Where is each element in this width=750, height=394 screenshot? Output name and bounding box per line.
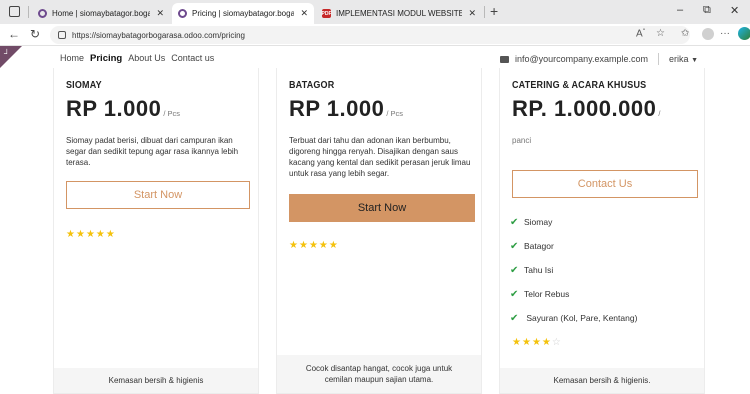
card-title: CATERING & ACARA KHUSUS: [512, 80, 647, 91]
star-icon: ★: [298, 240, 309, 251]
card-description: Terbuat dari tahu dan adonan ikan berbum…: [289, 136, 471, 178]
pricing-card-siomay: SIOMAY RP 1.000/ Pcs Siomay padat berisi…: [53, 68, 259, 394]
tab-separator: [28, 6, 29, 18]
close-icon[interactable]: ✕: [156, 8, 164, 19]
check-icon: ✔: [510, 240, 519, 252]
odoo-icon: [178, 9, 187, 18]
header-email[interactable]: info@yourcompany.example.com: [515, 54, 648, 64]
star-icon: ★: [541, 337, 552, 348]
star-icon: ★: [328, 240, 339, 251]
nav-home[interactable]: Home: [60, 53, 84, 64]
tab-separator: [484, 6, 485, 18]
browser-toolbar: ← ↻ https://siomaybatagorbogarasa.odoo.c…: [0, 24, 750, 46]
read-aloud-icon[interactable]: Aᐞ: [636, 28, 645, 39]
odoo-icon: [38, 9, 47, 18]
card-title: BATAGOR: [289, 80, 335, 91]
star-icon: ★: [95, 229, 106, 240]
restore-icon[interactable]: ⧉: [703, 4, 711, 17]
refresh-icon[interactable]: ↻: [30, 27, 40, 41]
nav-pricing[interactable]: Pricing: [90, 53, 122, 64]
more-menu-icon[interactable]: ···: [720, 28, 730, 39]
browser-tab-pricing[interactable]: Pricing | siomaybatagor.bogarasa ✕: [172, 3, 314, 24]
close-icon[interactable]: ✕: [300, 8, 308, 19]
favorite-star-icon[interactable]: ☆: [656, 28, 665, 39]
minimize-icon[interactable]: –: [677, 4, 683, 16]
star-empty-icon: ☆: [551, 337, 562, 348]
address-bar[interactable]: https://siomaybatagorbogarasa.odoo.com/p…: [50, 26, 690, 44]
check-icon: ✔: [510, 264, 519, 276]
envelope-icon: [500, 55, 509, 63]
profile-avatar[interactable]: [702, 28, 714, 40]
star-icon: ★: [318, 240, 329, 251]
pricing-card-catering: CATERING & ACARA KHUSUS RP. 1.000.000/ p…: [499, 68, 705, 394]
feature-item: ✔ Batagor: [510, 240, 554, 252]
star-icon: ★: [75, 229, 86, 240]
feature-item: ✔ Siomay: [510, 216, 553, 228]
close-icon[interactable]: ✕: [468, 8, 476, 19]
browser-tab-strip: Home | siomaybatagor.bogarasa ✕ Pricing …: [0, 0, 750, 24]
check-icon: ✔: [510, 312, 519, 324]
feature-item: ✔ Telor Rebus: [510, 288, 570, 300]
contact-us-button[interactable]: Contact Us: [512, 170, 698, 198]
tab-actions-icon[interactable]: [9, 6, 20, 17]
star-icon: ★: [85, 229, 96, 240]
back-icon[interactable]: ←: [8, 27, 20, 41]
star-rating: ★★★★★: [66, 229, 116, 240]
star-icon: ★: [521, 337, 532, 348]
site-navigation: Home Pricing About Us Contact us: [60, 53, 214, 64]
card-footer: Kemasan bersih & higienis: [54, 368, 258, 393]
star-rating: ★★★★☆: [512, 337, 562, 348]
star-icon: ★: [66, 229, 76, 240]
nav-contact-us[interactable]: Contact us: [171, 53, 214, 64]
odoo-corner-icon[interactable]: ┘: [4, 49, 10, 58]
star-icon: ★: [105, 229, 116, 240]
feature-item: ✔ Sayuran (Kol, Pare, Kentang): [510, 312, 638, 324]
card-price: RP 1.000/ Pcs: [66, 96, 181, 121]
feature-item: ✔ Tahu Isi: [510, 264, 554, 276]
header-separator: [658, 53, 660, 65]
star-icon: ★: [512, 337, 522, 348]
check-icon: ✔: [510, 216, 519, 228]
user-menu[interactable]: erika ▼: [669, 54, 698, 64]
nav-about-us[interactable]: About Us: [128, 53, 165, 64]
card-footer: Cocok disantap hangat, cocok juga untuk …: [277, 355, 481, 393]
favorites-icon[interactable]: ✩: [681, 28, 689, 39]
caret-down-icon: ▼: [691, 57, 698, 64]
pricing-card-batagor: BATAGOR RP 1.000/ Pcs Terbuat dari tahu …: [276, 68, 482, 394]
copilot-icon[interactable]: [738, 27, 750, 40]
pdf-icon: PDF: [321, 9, 332, 18]
card-price: RP 1.000/ Pcs: [289, 96, 404, 121]
new-tab-icon[interactable]: +: [490, 3, 498, 19]
feature-list: ✔ Siomay ✔ Batagor ✔ Tahu Isi ✔ Telor Rebus …: [510, 210, 637, 330]
url-text: https://siomaybatagorbogarasa.odoo.com/p…: [72, 30, 245, 40]
star-icon: ★: [531, 337, 542, 348]
browser-tab-home[interactable]: Home | siomaybatagor.bogarasa ✕: [32, 3, 170, 24]
star-icon: ★: [308, 240, 319, 251]
start-now-button[interactable]: Start Now: [289, 194, 475, 222]
browser-tab-pdf[interactable]: PDF IMPLEMENTASI MODUL WEBSITE ✕: [316, 3, 482, 24]
card-title: SIOMAY: [66, 80, 102, 91]
star-icon: ★: [289, 240, 299, 251]
card-footer: Kemasan bersih & higienis.: [500, 368, 704, 393]
header-contact: info@yourcompany.example.com erika ▼: [500, 53, 698, 65]
lock-icon: [58, 31, 66, 39]
card-price: RP. 1.000.000/: [512, 96, 661, 121]
window-close-icon[interactable]: ✕: [730, 4, 739, 17]
card-description: Siomay padat berisi, dibuat dari campura…: [66, 136, 239, 167]
card-description: panci: [512, 136, 532, 145]
star-rating: ★★★★★: [289, 240, 339, 251]
start-now-button[interactable]: Start Now: [66, 181, 250, 209]
check-icon: ✔: [510, 288, 519, 300]
